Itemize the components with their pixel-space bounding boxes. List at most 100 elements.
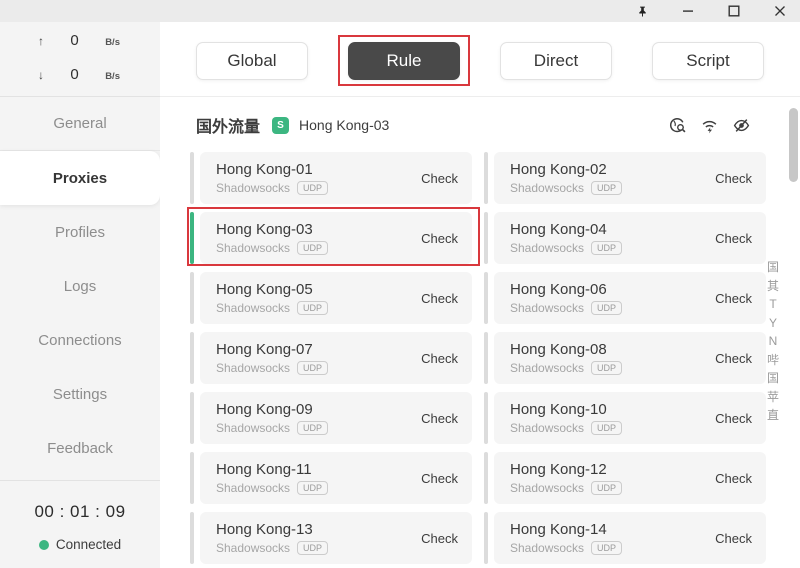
selection-bar bbox=[484, 512, 488, 564]
proxy-card-hong-kong-04[interactable]: Hong Kong-04 Shadowsocks UDP Check bbox=[484, 212, 766, 264]
sidebar-item-label: Profiles bbox=[55, 224, 105, 241]
check-button[interactable]: Check bbox=[715, 171, 752, 186]
sidebar-nav: General Proxies Profiles Logs Connection… bbox=[0, 97, 160, 475]
proxy-card-hong-kong-14[interactable]: Hong Kong-14 Shadowsocks UDP Check bbox=[484, 512, 766, 564]
proxy-card-body: Hong Kong-01 Shadowsocks UDP Check bbox=[200, 152, 472, 204]
proxy-meta: Shadowsocks UDP bbox=[510, 241, 622, 256]
proxy-card-hong-kong-03[interactable]: Hong Kong-03 Shadowsocks UDP Check bbox=[190, 212, 472, 264]
proxy-card-text: Hong Kong-14 Shadowsocks UDP bbox=[510, 521, 622, 556]
proxy-name: Hong Kong-11 bbox=[216, 461, 328, 478]
check-button[interactable]: Check bbox=[421, 171, 458, 186]
proxy-card-body: Hong Kong-02 Shadowsocks UDP Check bbox=[494, 152, 766, 204]
tab-global[interactable]: Global bbox=[196, 42, 308, 80]
main-panel: Global Rule Direct Script 国外流量 S Hong Ko… bbox=[160, 22, 800, 568]
group-index-char[interactable]: 国 bbox=[767, 369, 779, 388]
check-button[interactable]: Check bbox=[421, 531, 458, 546]
proxy-card-hong-kong-01[interactable]: Hong Kong-01 Shadowsocks UDP Check bbox=[190, 152, 472, 204]
check-button[interactable]: Check bbox=[421, 471, 458, 486]
close-icon[interactable] bbox=[772, 3, 788, 19]
maximize-icon[interactable] bbox=[726, 3, 742, 19]
selected-proxy-name: Hong Kong-03 bbox=[299, 117, 389, 133]
selection-bar bbox=[484, 332, 488, 384]
group-index-char[interactable]: Y bbox=[769, 314, 777, 333]
tab-rule[interactable]: Rule bbox=[348, 42, 460, 80]
sidebar-item-settings[interactable]: Settings bbox=[0, 367, 160, 421]
check-button[interactable]: Check bbox=[715, 291, 752, 306]
sidebar-item-label: General bbox=[53, 115, 106, 132]
proxy-name: Hong Kong-01 bbox=[216, 161, 328, 178]
titlebar bbox=[0, 0, 800, 22]
check-button[interactable]: Check bbox=[715, 231, 752, 246]
proxy-name: Hong Kong-03 bbox=[216, 221, 328, 238]
proxy-name: Hong Kong-14 bbox=[510, 521, 622, 538]
selection-bar bbox=[484, 392, 488, 444]
proxy-card-text: Hong Kong-08 Shadowsocks UDP bbox=[510, 341, 622, 376]
group-index-char[interactable]: N bbox=[769, 332, 778, 351]
proxy-protocol: Shadowsocks bbox=[510, 241, 584, 255]
check-button[interactable]: Check bbox=[421, 291, 458, 306]
connection-status: Connected bbox=[0, 537, 160, 552]
tab-script[interactable]: Script bbox=[652, 42, 764, 80]
proxy-card-text: Hong Kong-09 Shadowsocks UDP bbox=[216, 401, 328, 436]
latency-search-icon[interactable] bbox=[669, 117, 686, 134]
proxy-card-hong-kong-02[interactable]: Hong Kong-02 Shadowsocks UDP Check bbox=[484, 152, 766, 204]
check-button[interactable]: Check bbox=[715, 411, 752, 426]
proxy-card-hong-kong-05[interactable]: Hong Kong-05 Shadowsocks UDP Check bbox=[190, 272, 472, 324]
sidebar-item-logs[interactable]: Logs bbox=[0, 259, 160, 313]
download-value: 0 bbox=[70, 66, 78, 83]
proxy-card-hong-kong-08[interactable]: Hong Kong-08 Shadowsocks UDP Check bbox=[484, 332, 766, 384]
proxy-card-hong-kong-11[interactable]: Hong Kong-11 Shadowsocks UDP Check bbox=[190, 452, 472, 504]
udp-badge: UDP bbox=[297, 301, 328, 316]
check-button[interactable]: Check bbox=[421, 351, 458, 366]
check-button[interactable]: Check bbox=[421, 411, 458, 426]
proxy-card-body: Hong Kong-05 Shadowsocks UDP Check bbox=[200, 272, 472, 324]
check-button[interactable]: Check bbox=[715, 471, 752, 486]
selection-bar bbox=[190, 272, 194, 324]
proxy-card-hong-kong-10[interactable]: Hong Kong-10 Shadowsocks UDP Check bbox=[484, 392, 766, 444]
sidebar-item-connections[interactable]: Connections bbox=[0, 313, 160, 367]
selection-bar bbox=[190, 392, 194, 444]
selection-bar bbox=[484, 452, 488, 504]
proxy-card-text: Hong Kong-02 Shadowsocks UDP bbox=[510, 161, 622, 196]
proxy-card-hong-kong-06[interactable]: Hong Kong-06 Shadowsocks UDP Check bbox=[484, 272, 766, 324]
pin-icon[interactable] bbox=[634, 3, 650, 19]
check-button[interactable]: Check bbox=[421, 231, 458, 246]
udp-badge: UDP bbox=[297, 361, 328, 376]
mode-tab-label: Direct bbox=[534, 51, 578, 71]
wifi-test-icon[interactable] bbox=[701, 117, 718, 134]
window-controls bbox=[634, 0, 788, 22]
hide-nodes-icon[interactable] bbox=[733, 117, 750, 134]
proxy-protocol: Shadowsocks bbox=[216, 481, 290, 495]
mode-tabs: Global Rule Direct Script bbox=[160, 22, 800, 97]
group-index-char[interactable]: 苹 bbox=[767, 388, 779, 407]
scrollbar-thumb[interactable] bbox=[789, 108, 798, 182]
download-speed: ↓ 0 B/s bbox=[38, 66, 120, 83]
sidebar-item-feedback[interactable]: Feedback bbox=[0, 421, 160, 475]
connection-status-label: Connected bbox=[56, 537, 121, 552]
selection-bar bbox=[190, 512, 194, 564]
tab-direct[interactable]: Direct bbox=[500, 42, 612, 80]
upload-value: 0 bbox=[70, 32, 78, 49]
group-index-char[interactable]: T bbox=[769, 295, 776, 314]
proxy-card-hong-kong-13[interactable]: Hong Kong-13 Shadowsocks UDP Check bbox=[190, 512, 472, 564]
proxy-card-hong-kong-09[interactable]: Hong Kong-09 Shadowsocks UDP Check bbox=[190, 392, 472, 444]
check-button[interactable]: Check bbox=[715, 531, 752, 546]
group-index-char[interactable]: 直 bbox=[767, 406, 779, 425]
group-index-char[interactable]: 其 bbox=[767, 277, 779, 296]
proxy-card-hong-kong-12[interactable]: Hong Kong-12 Shadowsocks UDP Check bbox=[484, 452, 766, 504]
proxy-protocol: Shadowsocks bbox=[216, 241, 290, 255]
sidebar-item-profiles[interactable]: Profiles bbox=[0, 205, 160, 259]
proxy-card-text: Hong Kong-07 Shadowsocks UDP bbox=[216, 341, 328, 376]
udp-badge: UDP bbox=[591, 301, 622, 316]
group-index-char[interactable]: 国 bbox=[767, 258, 779, 277]
proxy-group-header: 国外流量 S Hong Kong-03 bbox=[196, 110, 764, 140]
check-button[interactable]: Check bbox=[715, 351, 752, 366]
minimize-icon[interactable] bbox=[680, 3, 696, 19]
proxy-card-text: Hong Kong-11 Shadowsocks UDP bbox=[216, 461, 328, 496]
mode-tab-label: Global bbox=[227, 51, 276, 71]
sidebar-item-general[interactable]: General bbox=[0, 97, 160, 151]
proxy-card-hong-kong-07[interactable]: Hong Kong-07 Shadowsocks UDP Check bbox=[190, 332, 472, 384]
group-index-char[interactable]: 哔 bbox=[767, 351, 779, 370]
sidebar-item-proxies[interactable]: Proxies bbox=[0, 151, 160, 205]
proxy-name: Hong Kong-13 bbox=[216, 521, 328, 538]
